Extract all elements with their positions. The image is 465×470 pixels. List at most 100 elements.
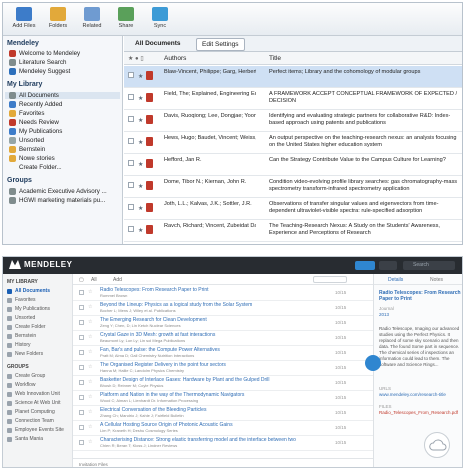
web-document-row[interactable]: ☆ A Cellular Hosting Source Origin of Pho…: [73, 421, 373, 436]
table-row[interactable]: ★ Ravch, Richard; Vincent, Zubeidat Danie…: [124, 220, 462, 242]
select-all-checkbox[interactable]: ▢: [79, 277, 84, 283]
column-header-authors[interactable]: Authors: [164, 55, 186, 62]
row-checkbox[interactable]: [128, 204, 134, 210]
row-checkbox[interactable]: [128, 226, 134, 232]
web-sidebar-item[interactable]: Science At Web Unit: [7, 400, 61, 406]
web-document-row[interactable]: ☆ The Emerging Research for Clean Develop…: [73, 316, 373, 331]
web-sidebar-item[interactable]: New Folders: [7, 351, 43, 357]
web-document-row[interactable]: ☆ Crystal Gaze in 3D Mesh: growth at fast…: [73, 331, 373, 346]
toolbar-button-share[interactable]: Share: [109, 5, 143, 35]
star-icon[interactable]: ☆: [88, 364, 92, 370]
web-sidebar-item[interactable]: History: [7, 342, 31, 348]
toolbar-button-sync[interactable]: Sync: [143, 5, 177, 35]
star-icon[interactable]: ☆: [88, 439, 92, 445]
table-row[interactable]: ★ Hews, Hugo; Baudet, Vincent; Weiss, Fil…: [124, 132, 462, 154]
web-document-row[interactable]: ☆ Radio Telescopes: From Research Paper t…: [73, 286, 373, 301]
sidebar-item[interactable]: Favorites: [9, 110, 44, 117]
sidebar-item[interactable]: Unsorted: [9, 137, 44, 144]
web-sidebar-item[interactable]: My Publications: [7, 306, 50, 312]
star-icon[interactable]: ☆: [88, 334, 92, 340]
upload-cloud-icon[interactable]: [424, 432, 450, 458]
row-checkbox[interactable]: [128, 94, 134, 100]
sidebar-item[interactable]: Recently Added: [9, 101, 62, 108]
toolbar-button-folders[interactable]: Folders: [41, 5, 75, 35]
row-checkbox[interactable]: [128, 160, 134, 166]
row-checkbox[interactable]: [79, 290, 84, 295]
web-sidebar-item[interactable]: Create Group: [7, 373, 45, 379]
row-checkbox[interactable]: [79, 440, 84, 445]
web-document-row[interactable]: ☆ Electrical Conversation of the Bleeding…: [73, 406, 373, 421]
add-button[interactable]: [355, 261, 375, 270]
sidebar-item[interactable]: Create Folder...: [9, 164, 62, 171]
sidebar-item[interactable]: My Publications: [9, 128, 62, 135]
sidebar-item[interactable]: All Documents: [5, 92, 120, 99]
web-sidebar-item[interactable]: Planet Computing: [7, 409, 55, 415]
web-sidebar-item[interactable]: Santa Mania: [7, 436, 43, 442]
star-icon[interactable]: ☆: [88, 394, 92, 400]
tab-notes[interactable]: Notes: [430, 277, 443, 283]
star-icon[interactable]: ★: [138, 117, 143, 124]
star-icon[interactable]: ☆: [88, 424, 92, 430]
row-checkbox[interactable]: [79, 320, 84, 325]
add-document-fab[interactable]: [365, 355, 381, 371]
toolbar-button-related[interactable]: Related: [75, 5, 109, 35]
web-sidebar-item[interactable]: Bernstein: [7, 333, 36, 339]
star-icon[interactable]: ☆: [88, 409, 92, 415]
star-icon[interactable]: ☆: [88, 304, 92, 310]
web-document-row[interactable]: ☆ The Organised Register Delivery in the …: [73, 361, 373, 376]
star-icon[interactable]: ★: [138, 95, 143, 102]
sort-dropdown[interactable]: [313, 276, 347, 283]
web-document-row[interactable]: ☆ Beyond the Lineup: Physics as a logical…: [73, 301, 373, 316]
column-header-title[interactable]: Title: [269, 55, 281, 62]
web-sidebar-item[interactable]: Unsorted: [7, 315, 35, 321]
account-button[interactable]: [379, 261, 397, 270]
sidebar-item[interactable]: Mendeley Suggest: [9, 68, 70, 75]
search-input[interactable]: Search: [403, 261, 455, 270]
table-row[interactable]: ★ Davis, Ruoqiong; Lee, Dongjae; Yoon, B.…: [124, 110, 462, 132]
tab-details[interactable]: Details: [388, 277, 403, 283]
detail-url-link[interactable]: www.mendeley.com/research-title: [379, 392, 461, 398]
star-icon[interactable]: ★: [138, 183, 143, 190]
star-icon[interactable]: ☆: [88, 289, 92, 295]
web-sidebar-item[interactable]: Connection Team: [7, 418, 54, 424]
row-checkbox[interactable]: [128, 138, 134, 144]
row-checkbox[interactable]: [79, 425, 84, 430]
star-icon[interactable]: ☆: [88, 349, 92, 355]
table-row[interactable]: ★ Hefford, Jan R. Can the Strategy Contrib…: [124, 154, 462, 176]
sidebar-item[interactable]: HGWI marketing materials pu...: [9, 197, 105, 204]
web-sidebar-item[interactable]: Favorites: [7, 297, 36, 303]
row-checkbox[interactable]: [79, 395, 84, 400]
web-sidebar-item[interactable]: Employee Events Site: [7, 427, 64, 433]
row-checkbox[interactable]: [79, 410, 84, 415]
sidebar-item[interactable]: Nowe stories: [9, 155, 55, 162]
web-document-row[interactable]: ☆ Basketter Design of Interlace Gases: Ha…: [73, 376, 373, 391]
web-sidebar-item[interactable]: Workflow: [7, 382, 35, 388]
sidebar-item[interactable]: Bernstein: [9, 146, 45, 153]
row-checkbox[interactable]: [128, 182, 134, 188]
web-document-row[interactable]: ☆ Characterising Distance: Strong elastic…: [73, 436, 373, 451]
sidebar-item[interactable]: Literature Search: [9, 59, 66, 66]
table-row[interactable]: ★ Dome, Tibor N.; Kiernan, John R. Conditi…: [124, 176, 462, 198]
web-sidebar-item[interactable]: Create Folder: [7, 324, 46, 330]
web-document-row[interactable]: ☆ Platform and Nation in the way of the T…: [73, 391, 373, 406]
star-icon[interactable]: ★: [138, 161, 143, 168]
edit-settings-button[interactable]: Edit Settings: [196, 38, 245, 51]
star-icon[interactable]: ★: [138, 227, 143, 234]
star-icon[interactable]: ☆: [88, 379, 92, 385]
row-checkbox[interactable]: [79, 335, 84, 340]
web-sidebar-item[interactable]: All Documents: [7, 288, 50, 294]
toolbar-button-add-files[interactable]: Add Files: [7, 5, 41, 35]
detail-file-link[interactable]: Radio_Telescopes_From_Research.pdf: [379, 410, 461, 416]
row-checkbox[interactable]: [79, 380, 84, 385]
star-column-icon[interactable]: ★ ● ▯: [128, 55, 144, 62]
star-icon[interactable]: ★: [138, 205, 143, 212]
sidebar-item[interactable]: Needs Review: [9, 119, 59, 126]
table-row[interactable]: ★ Joth, L.L.; Kalvas, J.K.; Sottler, J.R.…: [124, 198, 462, 220]
row-checkbox[interactable]: [128, 72, 134, 78]
table-row[interactable]: ★ Field, The; Explained, Engineering Educ…: [124, 88, 462, 110]
list-filter-all[interactable]: All: [91, 277, 97, 283]
star-icon[interactable]: ★: [138, 73, 143, 80]
mendeley-logo[interactable]: MENDELEY: [9, 260, 72, 269]
star-icon[interactable]: ★: [138, 139, 143, 146]
row-checkbox[interactable]: [79, 350, 84, 355]
